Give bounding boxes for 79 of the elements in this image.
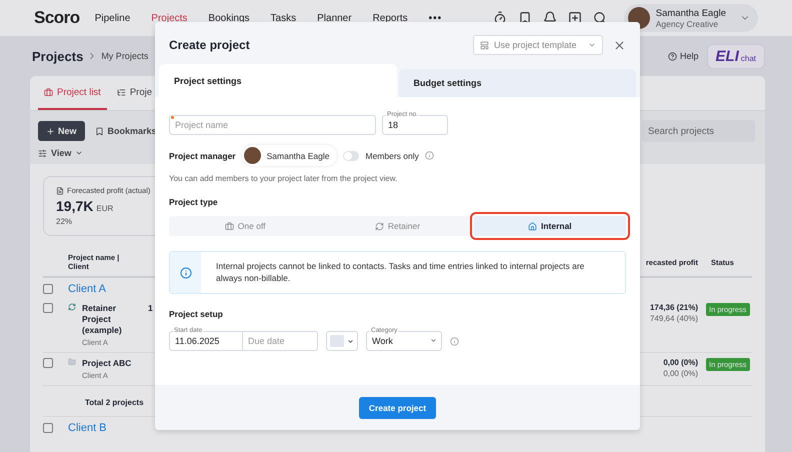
template-icon — [480, 40, 489, 50]
profit-sub-value: 0,00 (0%) — [663, 369, 698, 378]
tab[interactable]: Proje — [110, 76, 158, 110]
project-name[interactable]: Project ABC — [82, 358, 142, 370]
members-only-toggle[interactable] — [343, 150, 360, 160]
kpi-value: 19,7K — [56, 198, 94, 214]
kpi-percent: 22% — [56, 217, 74, 226]
briefcase-icon — [44, 88, 53, 96]
breadcrumb[interactable]: My Projects — [101, 51, 148, 61]
briefcase-icon — [224, 222, 234, 230]
profit-value: 0,00 (0%) — [663, 358, 698, 368]
dialog-tab[interactable]: Project settings — [159, 64, 396, 97]
checkbox[interactable] — [43, 303, 53, 313]
document-icon — [56, 186, 64, 194]
checkbox[interactable] — [43, 358, 53, 368]
caret-icon — [430, 337, 437, 344]
section-label: Project type — [169, 197, 219, 207]
dialog-tab[interactable]: Budget settings — [398, 69, 636, 97]
page-title: Projects — [32, 48, 84, 64]
nav-item[interactable]: Bookings — [208, 12, 250, 24]
new-button[interactable]: New — [38, 121, 85, 141]
toggle-label: Members only — [365, 150, 419, 160]
house-icon — [528, 222, 537, 230]
project-name-field[interactable]: Project name — [169, 115, 376, 135]
plus-icon — [46, 126, 55, 136]
view-button[interactable]: View — [38, 148, 84, 158]
profit-value: 174,36 (21%) — [650, 303, 698, 312]
kpi-unit: EUR — [96, 204, 114, 213]
profit-sub-value: 749,64 (40%) — [650, 314, 698, 323]
create-project-button[interactable]: Create project — [358, 396, 436, 418]
project-name[interactable]: Retainer Project (example) — [82, 303, 142, 336]
nav-item[interactable]: Reports — [372, 12, 408, 24]
info-icon — [180, 266, 192, 278]
start-date-field[interactable]: 11.06.2025 — [169, 331, 243, 351]
section-label: Project setup — [169, 309, 224, 319]
bookmark-icon — [94, 126, 104, 136]
total-label: Total 2 projects — [84, 398, 144, 408]
list-icon — [116, 88, 126, 96]
template-select[interactable]: Use project template — [473, 35, 603, 55]
info-icon — [424, 151, 434, 160]
help-link[interactable]: Help — [668, 51, 699, 61]
hint-text: You can add members to your project later from the project view. — [169, 174, 398, 183]
checkbox[interactable] — [43, 284, 53, 294]
search-field[interactable]: Search projects — [642, 120, 755, 142]
color-picker[interactable] — [326, 331, 358, 351]
manager-chip[interactable]: Samantha Eagle — [242, 145, 338, 166]
nav-item[interactable]: Planner — [317, 12, 352, 24]
search-icon[interactable] — [592, 11, 607, 25]
info-text: Internal projects cannot be linked to contacts. Tasks and time entries linked to internal projects are always non-billable. — [215, 260, 586, 284]
avatar — [244, 147, 261, 164]
nav-item[interactable]: Pipeline — [94, 12, 130, 24]
color-swatch — [330, 335, 344, 347]
refresh-icon — [68, 303, 76, 311]
folder-icon — [68, 358, 76, 366]
logo: Scoro — [34, 8, 80, 28]
caret-icon — [347, 338, 354, 344]
due-date-field[interactable]: Due date — [243, 331, 318, 351]
user-menu[interactable]: Samantha Eagle Agency Creative — [624, 4, 758, 32]
checkbox[interactable] — [43, 423, 53, 434]
timer-icon[interactable] — [492, 11, 507, 25]
sliders-icon — [38, 148, 47, 158]
table-cell-text: 1 — [148, 303, 153, 315]
caret-icon — [75, 149, 84, 157]
help-icon — [668, 52, 678, 60]
dialog-title: Create project — [169, 38, 250, 52]
user-name: Samantha Eagle — [656, 8, 726, 18]
info-icon — [450, 336, 459, 346]
project-type-option[interactable]: Internal — [474, 216, 626, 236]
bookmarks-button[interactable]: Bookmarks — [94, 126, 157, 136]
eli-chat-button[interactable]: ELIchat — [706, 44, 765, 68]
user-role: Agency Creative — [656, 18, 720, 28]
bookmark-icon[interactable] — [518, 11, 532, 25]
close-button[interactable] — [613, 38, 626, 52]
nav-item[interactable]: Projects — [151, 12, 188, 24]
nav-item[interactable]: Tasks — [270, 12, 296, 24]
caret-icon — [588, 41, 596, 49]
refresh-icon — [374, 222, 384, 230]
more-menu[interactable]: ••• — [428, 12, 442, 24]
field-label: Project manager — [169, 150, 236, 160]
